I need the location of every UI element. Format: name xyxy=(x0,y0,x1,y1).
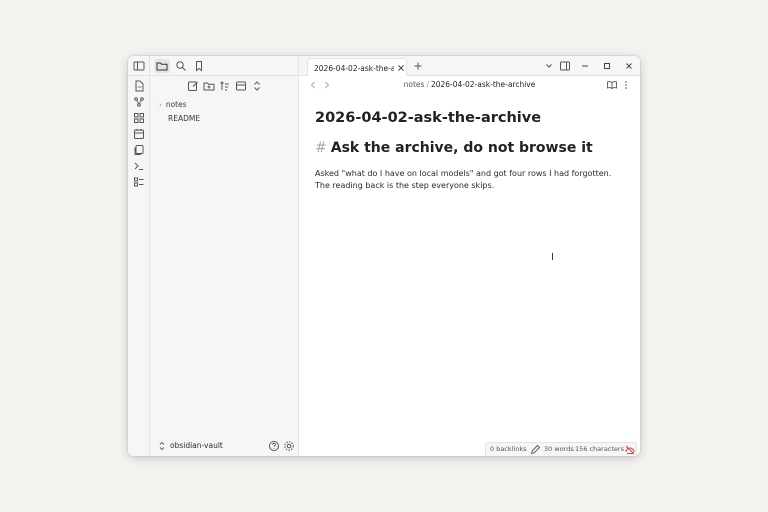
reading-view-icon[interactable] xyxy=(605,78,619,92)
bookmark-icon[interactable] xyxy=(192,59,206,73)
new-folder-icon[interactable] xyxy=(202,79,216,93)
chevron-right-icon: › xyxy=(159,101,162,109)
folder-icon[interactable] xyxy=(155,59,169,73)
graph-icon[interactable] xyxy=(132,95,146,109)
status-bar: 0 backlinks 30 words 156 characters xyxy=(485,442,637,456)
tab-title: 2026-04-02-ask-the-ar... xyxy=(314,64,394,73)
tree-folder-notes[interactable]: › notes xyxy=(159,100,187,109)
help-icon[interactable] xyxy=(267,439,281,453)
backlinks-count[interactable]: 0 backlinks xyxy=(490,445,527,453)
breadcrumb-file[interactable]: 2026-04-02-ask-the-archive xyxy=(431,80,535,89)
ribbon-header xyxy=(128,56,150,76)
breadcrumb-folder[interactable]: notes xyxy=(404,80,425,89)
edit-mode-icon[interactable] xyxy=(528,443,542,456)
character-count: 156 characters xyxy=(575,445,624,453)
search-icon[interactable] xyxy=(174,59,188,73)
sidebar-toggle-icon[interactable] xyxy=(132,59,146,73)
tree-file-readme[interactable]: README xyxy=(168,114,200,123)
file-icon[interactable] xyxy=(132,79,146,93)
note-paragraph[interactable]: Asked "what do I have on local models" a… xyxy=(315,168,625,192)
calendar-icon[interactable] xyxy=(132,127,146,141)
file-label: README xyxy=(168,114,201,123)
collapse-icon[interactable] xyxy=(234,79,248,93)
tab-active-note[interactable]: 2026-04-02-ask-the-ar... xyxy=(307,58,407,76)
app-window: › notes README obsidian-vault 2026-04-02-… xyxy=(128,56,640,456)
text-cursor-icon: I xyxy=(551,252,554,263)
vault-name: obsidian-vault xyxy=(170,441,223,450)
expand-icon[interactable] xyxy=(250,79,264,93)
chevron-down-icon[interactable] xyxy=(542,59,556,73)
view-header: notes/2026-04-02-ask-the-archive xyxy=(299,76,640,94)
more-options-icon[interactable] xyxy=(619,78,633,92)
settings-gear-icon[interactable] xyxy=(282,439,296,453)
templates-icon[interactable] xyxy=(132,143,146,157)
breadcrumb: notes/2026-04-02-ask-the-archive xyxy=(299,80,640,89)
file-explorer-sidebar: › notes README obsidian-vault xyxy=(150,56,299,456)
chevron-updown-icon xyxy=(155,439,169,453)
note-title[interactable]: 2026-04-02-ask-the-archive xyxy=(315,110,541,126)
word-count: 30 words xyxy=(544,445,574,453)
new-note-icon[interactable] xyxy=(186,79,200,93)
note-heading[interactable]: # Ask the archive, do not browse it xyxy=(315,140,593,156)
canvas-icon[interactable] xyxy=(132,111,146,125)
folder-label: notes xyxy=(165,100,187,109)
right-sidebar-toggle-icon[interactable] xyxy=(558,59,572,73)
ribbon xyxy=(128,56,150,456)
terminal-icon[interactable] xyxy=(132,159,146,173)
bases-icon[interactable] xyxy=(132,175,146,189)
sidebar-tab-header xyxy=(150,56,299,76)
heading-marker: # xyxy=(315,140,327,156)
close-tab-icon[interactable] xyxy=(394,61,408,75)
minimize-icon[interactable] xyxy=(578,59,592,73)
sort-icon[interactable] xyxy=(218,79,232,93)
tab-bar: 2026-04-02-ask-the-ar... xyxy=(299,56,640,76)
sync-error-icon[interactable] xyxy=(623,443,637,456)
new-tab-icon[interactable] xyxy=(411,59,425,73)
heading-text: Ask the archive, do not browse it xyxy=(330,140,593,156)
maximize-icon[interactable] xyxy=(600,59,614,73)
editor-pane: 2026-04-02-ask-the-ar... xyxy=(299,56,640,456)
close-window-icon[interactable] xyxy=(622,59,636,73)
vault-switcher[interactable]: obsidian-vault xyxy=(150,436,299,456)
